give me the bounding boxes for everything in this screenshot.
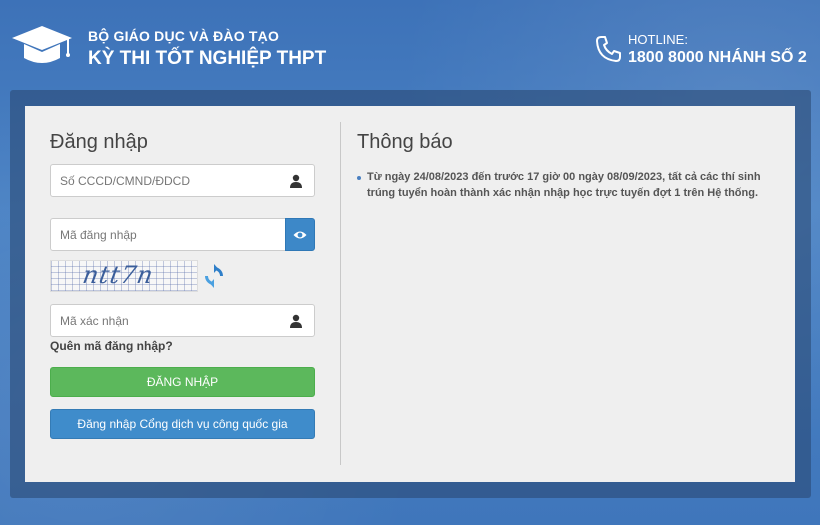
phone-icon xyxy=(596,36,621,62)
exam-name: KỲ THI TỐT NGHIỆP THPT xyxy=(88,48,327,69)
notice-title: Thông báo xyxy=(357,131,453,153)
captcha-image: ntt7n xyxy=(50,260,198,292)
notice-section: Thông báo Từ ngày 24/08/2023 đến trước 1… xyxy=(341,106,795,482)
refresh-icon[interactable] xyxy=(202,264,226,288)
org-name: BỘ GIÁO DỤC VÀ ĐÀO TẠO xyxy=(88,28,280,44)
graduation-cap-icon xyxy=(12,26,72,63)
bullet-icon xyxy=(357,176,361,180)
notice-item: Từ ngày 24/08/2023 đến trước 17 giờ 00 n… xyxy=(357,169,777,201)
hotline-number: 1800 8000 NHÁNH SỐ 2 xyxy=(628,49,807,66)
show-password-button[interactable] xyxy=(285,218,315,251)
site-header: BỘ GIÁO DỤC VÀ ĐÀO TẠO KỲ THI TỐT NGHIỆP… xyxy=(0,0,820,90)
password-field xyxy=(50,218,286,251)
id-field xyxy=(50,164,315,197)
user-icon xyxy=(290,174,302,188)
notice-text: Từ ngày 24/08/2023 đến trước 17 giờ 00 n… xyxy=(367,171,761,199)
login-section: Đăng nhập ntt7n xyxy=(25,106,340,482)
login-button[interactable]: ĐĂNG NHẬP xyxy=(50,367,315,397)
login-title: Đăng nhập xyxy=(50,131,148,153)
captcha-field xyxy=(50,304,315,337)
national-portal-login-button[interactable]: Đăng nhập Cổng dịch vụ công quốc gia xyxy=(50,409,315,439)
captcha-input[interactable] xyxy=(51,305,314,336)
password-input[interactable] xyxy=(51,219,285,250)
user-icon xyxy=(290,314,302,328)
hotline-label: HOTLINE: xyxy=(628,32,688,47)
main-panel: Đăng nhập ntt7n xyxy=(25,106,795,482)
id-input[interactable] xyxy=(51,165,314,196)
captcha-text: ntt7n xyxy=(80,261,156,289)
forgot-password-link[interactable]: Quên mã đăng nhập? xyxy=(50,339,173,353)
notice-list: Từ ngày 24/08/2023 đến trước 17 giờ 00 n… xyxy=(357,169,777,201)
eye-icon xyxy=(293,231,307,238)
